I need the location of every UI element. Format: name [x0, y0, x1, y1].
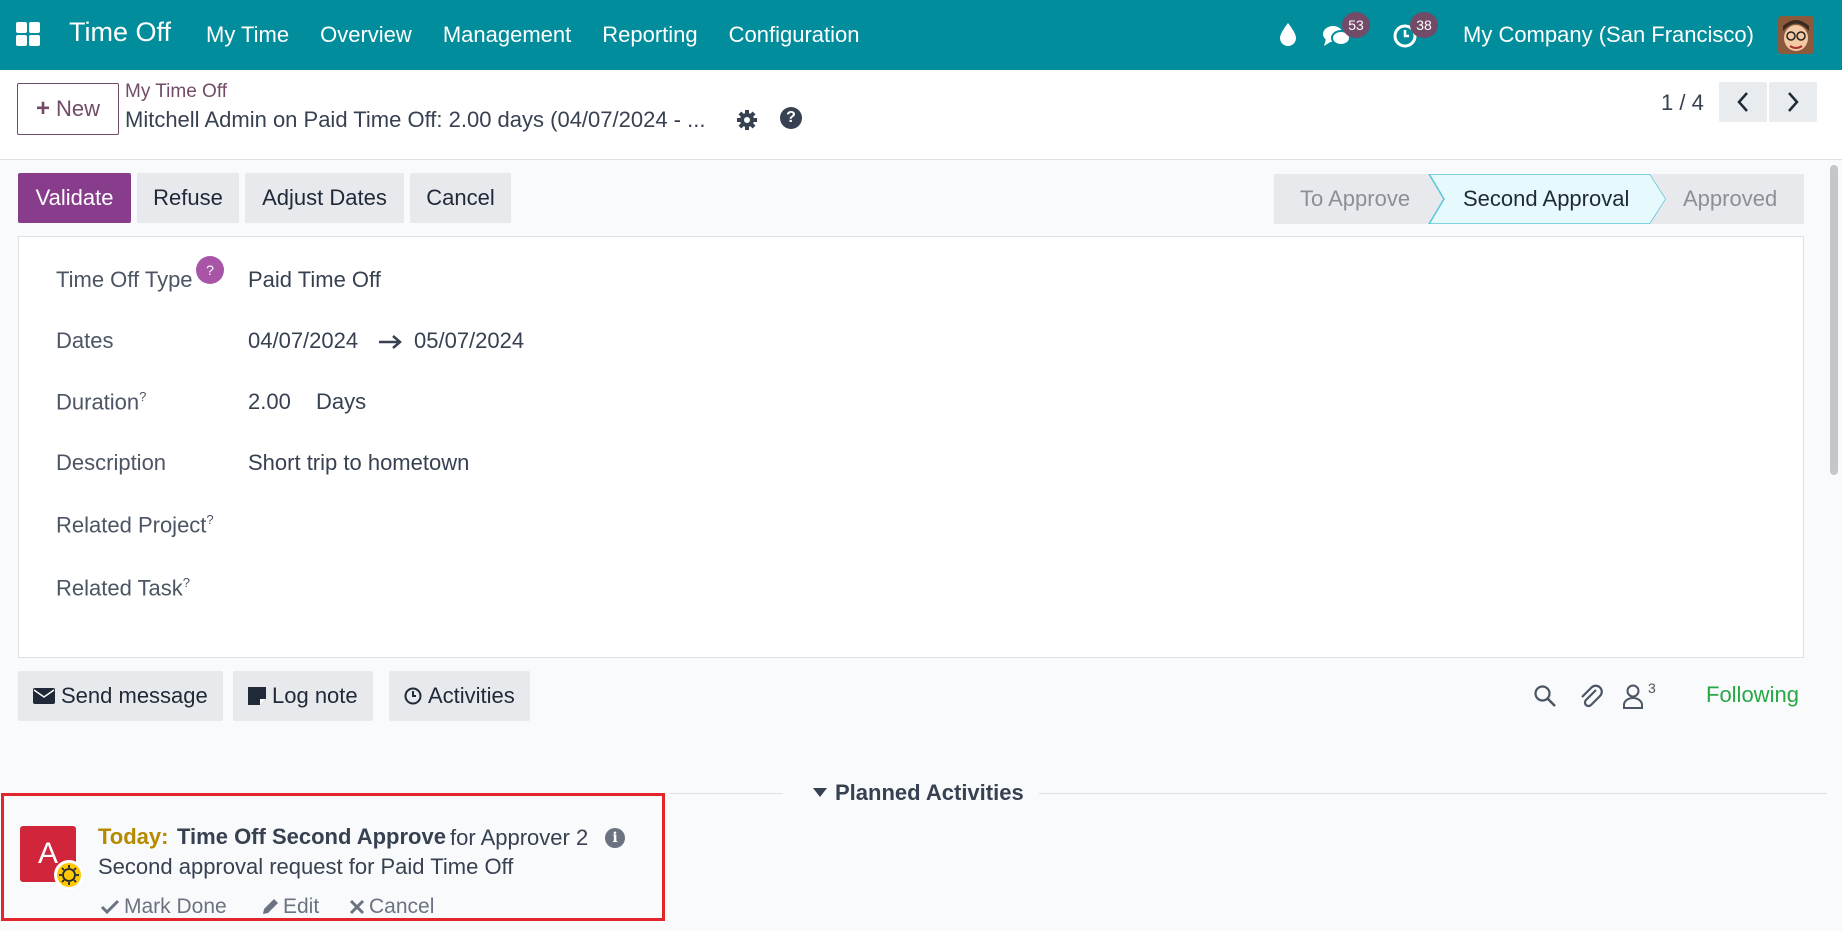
messages-badge: 53 — [1342, 12, 1370, 38]
time-off-type-label: Time Off Type — [56, 267, 193, 292]
send-message-label: Send message — [61, 683, 208, 708]
adjust-dates-button[interactable]: Adjust Dates — [245, 173, 404, 223]
duration-unit: Days — [316, 389, 367, 414]
activities-badge: 38 — [1410, 12, 1438, 38]
arrow-right-icon — [379, 335, 402, 349]
date-from-field[interactable]: 04/07/2024 — [248, 328, 358, 354]
send-message-button[interactable]: Send message — [18, 671, 223, 721]
duration-label: Duration? — [56, 389, 146, 415]
pager-value[interactable]: 1 / 4 — [1661, 90, 1704, 116]
chevron-right-icon — [1788, 92, 1799, 112]
divider-left — [670, 793, 783, 794]
pencil-icon — [263, 899, 278, 914]
app-title[interactable]: Time Off — [69, 17, 171, 48]
description-label: Description — [56, 450, 167, 475]
refuse-button[interactable]: Refuse — [137, 173, 239, 223]
planned-activities-title: Planned Activities — [835, 780, 1024, 805]
menu-overview[interactable]: Overview — [320, 22, 412, 48]
duration-tooltip-mark[interactable]: ? — [139, 389, 146, 404]
related-task-label-text: Related Task — [56, 575, 183, 601]
edit-label: Edit — [283, 895, 320, 918]
activity-due: Today: — [98, 824, 169, 849]
activity-assignee: for Approver 2 — [450, 825, 589, 850]
planned-activities-toggle[interactable]: Planned Activities — [813, 780, 1024, 806]
main-menu: My Time Overview Management Reporting Co… — [206, 22, 891, 48]
date-to-field[interactable]: 05/07/2024 — [414, 328, 524, 354]
validate-button[interactable]: Validate — [18, 173, 131, 223]
activity-title: Time Off Second Approve — [177, 824, 446, 849]
planned-activity-item: A Today: Time Off Second Approve for App… — [1, 793, 665, 921]
top-navbar: Time Off My Time Overview Management Rep… — [0, 0, 1842, 70]
stage-to-approve[interactable]: To Approve — [1300, 186, 1410, 212]
scrollbar[interactable] — [1830, 165, 1838, 475]
info-icon[interactable]: i — [605, 828, 625, 848]
pager-previous-button[interactable] — [1719, 82, 1767, 122]
time-off-type-help-icon[interactable]: ? — [196, 256, 224, 284]
menu-my-time[interactable]: My Time — [206, 22, 289, 48]
close-icon — [349, 899, 365, 915]
related-project-label-text: Related Project — [56, 512, 207, 538]
caret-down-icon — [813, 788, 827, 797]
duration-field[interactable]: 2.00 — [248, 389, 291, 415]
cancel-activity-label: Cancel — [369, 895, 435, 918]
edit-activity-button[interactable]: Edit — [261, 895, 319, 919]
activity-status-icon — [54, 860, 84, 890]
related-project-tooltip-mark[interactable]: ? — [206, 512, 213, 527]
following-button[interactable]: Following — [1706, 682, 1799, 708]
stage-second-approval[interactable]: Second Approval — [1463, 186, 1629, 212]
related-project-label: Related Project? — [56, 512, 214, 538]
systray: 53 38 — [1276, 12, 1438, 56]
pager-next-button[interactable] — [1769, 82, 1817, 122]
plus-icon: + — [35, 95, 50, 122]
clock-icon — [404, 687, 422, 705]
cancel-activity-button[interactable]: Cancel — [349, 895, 434, 919]
sticky-note-icon — [248, 687, 266, 705]
envelope-icon — [33, 688, 55, 704]
company-switcher[interactable]: My Company (San Francisco) — [1463, 22, 1754, 48]
new-button[interactable]: + New — [17, 83, 119, 135]
help-icon[interactable]: ? — [780, 107, 802, 129]
gear-icon[interactable] — [736, 109, 758, 131]
search-icon[interactable] — [1533, 684, 1557, 708]
menu-reporting[interactable]: Reporting — [602, 22, 697, 48]
description-field[interactable]: Short trip to hometown — [248, 450, 469, 476]
breadcrumb-current: Mitchell Admin on Paid Time Off: 2.00 da… — [125, 107, 706, 132]
related-task-tooltip-mark[interactable]: ? — [183, 575, 190, 590]
menu-configuration[interactable]: Configuration — [729, 22, 860, 48]
check-icon — [100, 899, 120, 915]
apps-menu-icon[interactable] — [16, 22, 40, 46]
control-panel: + New My Time Off Mitchell Admin on Paid… — [0, 70, 1842, 160]
duration-label-text: Duration — [56, 389, 140, 415]
cancel-button[interactable]: Cancel — [410, 173, 511, 223]
mark-done-label: Mark Done — [124, 895, 227, 918]
followers-icon[interactable] — [1622, 683, 1644, 709]
paperclip-icon[interactable] — [1578, 682, 1604, 710]
menu-management[interactable]: Management — [443, 22, 571, 48]
new-button-label: New — [56, 96, 101, 121]
activities-label: Activities — [428, 683, 515, 708]
dates-label: Dates — [56, 328, 114, 353]
divider-right — [1039, 793, 1827, 794]
mark-done-button[interactable]: Mark Done — [100, 895, 227, 919]
related-task-label: Related Task? — [56, 575, 190, 601]
droplet-icon[interactable] — [1279, 22, 1297, 46]
user-avatar[interactable] — [1778, 16, 1814, 54]
stage-approved[interactable]: Approved — [1683, 186, 1777, 212]
followers-count: 3 — [1648, 680, 1656, 696]
log-note-label: Log note — [272, 683, 358, 708]
time-off-form: Time Off Type ? Paid Time Off Dates 04/0… — [18, 236, 1804, 658]
chevron-left-icon — [1737, 92, 1748, 112]
activity-summary: Second approval request for Paid Time Of… — [98, 854, 514, 879]
log-note-button[interactable]: Log note — [233, 671, 373, 721]
time-off-type-field[interactable]: Paid Time Off — [248, 267, 381, 293]
breadcrumb-parent[interactable]: My Time Off — [125, 81, 227, 103]
activities-button[interactable]: Activities — [389, 671, 530, 721]
